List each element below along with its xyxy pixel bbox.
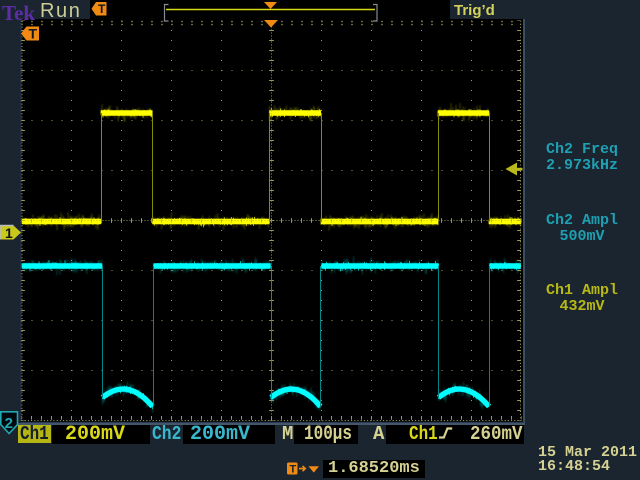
svg-text:T: T (29, 26, 38, 42)
svg-text:2: 2 (5, 415, 13, 432)
svg-text:T: T (290, 464, 297, 476)
svg-text:1: 1 (5, 225, 13, 241)
svg-text:T: T (98, 2, 106, 16)
